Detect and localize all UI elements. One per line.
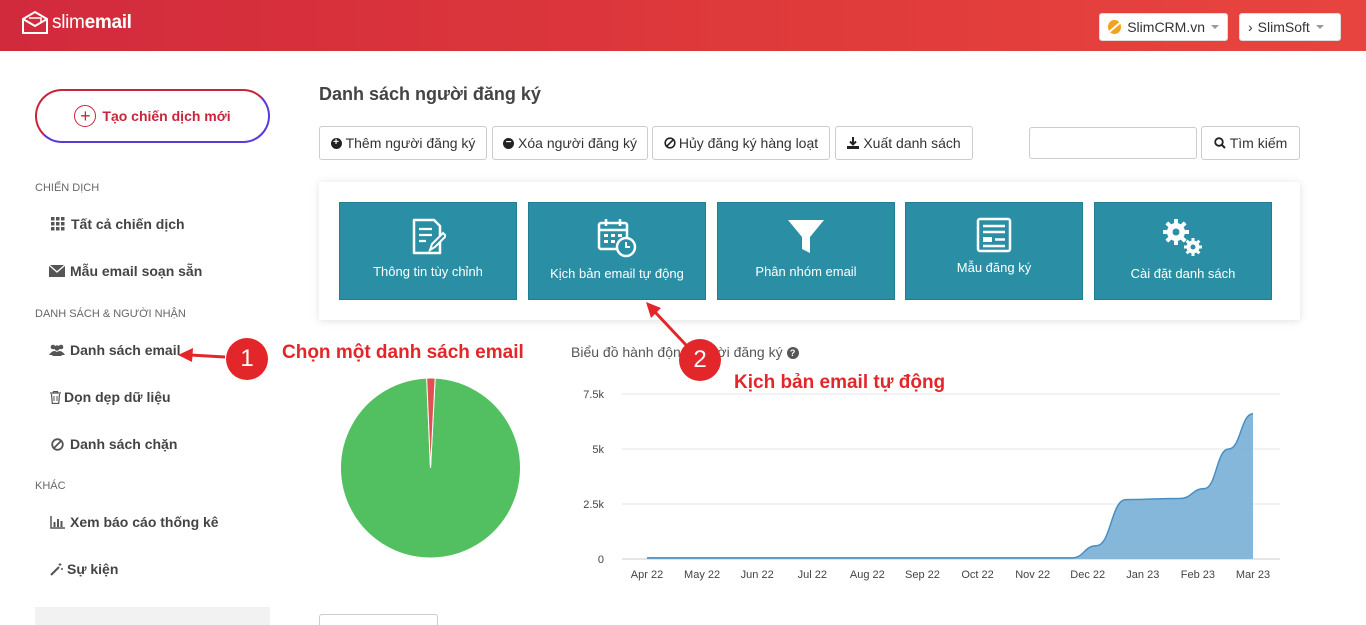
arrow-to-email-lists	[189, 353, 226, 359]
bottom-control[interactable]	[319, 614, 438, 625]
step-badge-1: 1	[226, 338, 268, 380]
step-badge-2: 2	[679, 339, 721, 381]
arrow-to-automation-tile	[653, 310, 688, 347]
arrow-head-1	[178, 348, 193, 362]
annotation-arrows	[178, 302, 688, 362]
annotation-text-1: Chọn một danh sách email	[282, 342, 524, 363]
annotation-text-2: Kịch bản email tự động	[734, 372, 946, 393]
